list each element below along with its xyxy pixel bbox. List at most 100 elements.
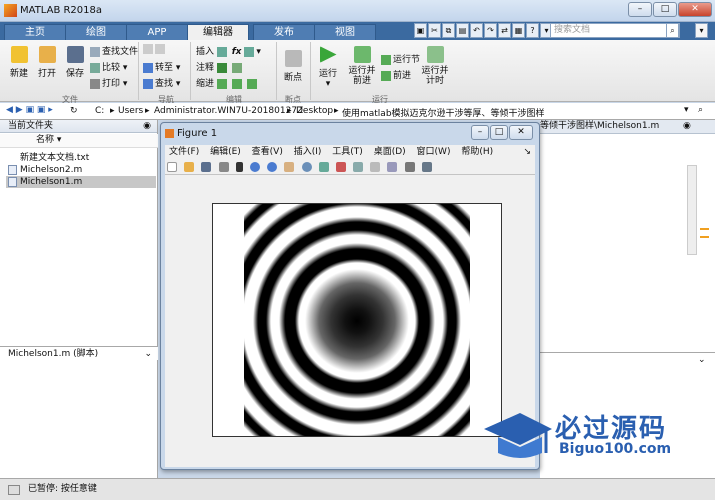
- insert-more-icon[interactable]: [244, 46, 255, 57]
- editor-scrollbar[interactable]: [687, 165, 697, 255]
- breadcrumb-folder[interactable]: 使用matlab模拟迈克尔逊干涉等厚、等倾干涉图样: [342, 106, 545, 119]
- print-figure-icon[interactable]: [218, 162, 229, 172]
- print-button[interactable]: 打印 ▾: [90, 76, 127, 89]
- goto-button[interactable]: 转至 ▾: [143, 60, 180, 73]
- comment-button[interactable]: 注释: [196, 60, 244, 73]
- nav-back-forward[interactable]: [143, 44, 167, 55]
- figure-icon: [165, 129, 174, 138]
- find-button[interactable]: 查找 ▾: [143, 76, 180, 89]
- menu-insert[interactable]: 插入(I): [290, 145, 326, 159]
- menu-tools[interactable]: 工具(T): [328, 145, 367, 159]
- menu-window[interactable]: 窗口(W): [413, 145, 455, 159]
- redo-quick-icon[interactable]: ↷: [484, 23, 497, 38]
- figure-maximize-button[interactable]: □: [490, 125, 508, 140]
- status-bar: 已暂停: 按任意键: [0, 478, 715, 500]
- pan-icon[interactable]: [284, 162, 295, 172]
- save-figure-icon[interactable]: [201, 162, 212, 172]
- breadcrumb-separator: ▸: [287, 106, 292, 116]
- data-cursor-icon[interactable]: [318, 162, 329, 172]
- file-item[interactable]: Michelson2.m: [6, 164, 156, 176]
- colorbar-icon[interactable]: [370, 162, 381, 172]
- run-time-button[interactable]: 运行并 计时: [420, 46, 450, 86]
- link-plot-icon[interactable]: [353, 162, 364, 172]
- rotate-icon[interactable]: [301, 162, 312, 172]
- menu-desktop[interactable]: 桌面(D): [370, 145, 410, 159]
- paste-quick-icon[interactable]: ▤: [456, 23, 469, 38]
- undo-quick-icon[interactable]: ↶: [470, 23, 483, 38]
- browse-icon[interactable]: ⌕: [698, 105, 703, 115]
- nav-arrows-icon[interactable]: ◀ ▶ ▣ ▣ ▸: [6, 105, 53, 115]
- run-advance-button[interactable]: 运行并 前进: [345, 46, 379, 86]
- save-quick-icon[interactable]: ▣: [414, 23, 427, 38]
- compare-button[interactable]: 比较 ▾: [90, 60, 127, 73]
- figure-minimize-button[interactable]: –: [471, 125, 489, 140]
- switch-window-icon[interactable]: ⇄: [498, 23, 511, 38]
- tab-publish[interactable]: 发布: [253, 24, 315, 40]
- find-files-button[interactable]: 查找文件: [90, 44, 138, 57]
- axes[interactable]: [212, 203, 502, 437]
- run-time-icon: [426, 46, 444, 63]
- file-item[interactable]: 新建文本文档.txt: [6, 152, 156, 164]
- copy-quick-icon[interactable]: ⧉: [442, 23, 455, 38]
- zoom-out-icon[interactable]: [267, 162, 278, 172]
- breakpoints-button[interactable]: 断点: [281, 50, 305, 83]
- tab-apps[interactable]: APP: [126, 24, 188, 40]
- breadcrumb-c[interactable]: C:: [95, 106, 104, 116]
- fx-icon[interactable]: fx: [232, 47, 242, 57]
- m-file-icon: [8, 177, 17, 187]
- open-file-icon[interactable]: [184, 162, 195, 172]
- zoom-in-icon[interactable]: [249, 162, 260, 172]
- dock-icon[interactable]: ↘: [519, 145, 535, 159]
- search-docs-input[interactable]: 搜索文档: [550, 23, 680, 38]
- warning-marker: [700, 228, 709, 230]
- new-figure-icon[interactable]: [167, 162, 177, 172]
- refresh-icon[interactable]: ↻: [70, 106, 78, 116]
- ribbon-collapse-icon[interactable]: ▾: [695, 23, 708, 38]
- minimize-button[interactable]: –: [628, 2, 652, 17]
- name-column-header[interactable]: 名称 ▾: [0, 134, 158, 148]
- indent-button[interactable]: 缩进: [196, 76, 259, 89]
- figure-close-button[interactable]: ✕: [509, 125, 533, 140]
- layout-icon[interactable]: ▦: [512, 23, 525, 38]
- divider: [138, 42, 139, 100]
- search-icon[interactable]: ⌕: [666, 23, 679, 38]
- interference-rings-image: [244, 204, 470, 436]
- new-button[interactable]: 新建: [6, 46, 32, 79]
- menu-file[interactable]: 文件(F): [165, 145, 203, 159]
- tab-editor[interactable]: 编辑器: [187, 24, 249, 40]
- maximize-button[interactable]: □: [653, 2, 677, 17]
- hide-plot-tools-icon[interactable]: [404, 162, 415, 172]
- tab-view[interactable]: 视图: [314, 24, 376, 40]
- close-button[interactable]: ✕: [678, 2, 712, 17]
- editor-tab-strip: 等倾干涉图样\Michelson1.m ◉: [540, 120, 715, 134]
- cut-quick-icon[interactable]: ✂: [428, 23, 441, 38]
- tab-plots[interactable]: 绘图: [65, 24, 127, 40]
- save-button[interactable]: 保存: [62, 46, 88, 79]
- menu-edit[interactable]: 编辑(E): [206, 145, 245, 159]
- collapse-icon[interactable]: ⌄: [144, 348, 152, 360]
- collapse-icon[interactable]: ⌄: [698, 355, 706, 365]
- editor-tab-label[interactable]: 等倾干涉图样\Michelson1.m: [540, 121, 659, 131]
- advance-button[interactable]: 前进: [381, 68, 411, 81]
- file-item-selected[interactable]: Michelson1.m: [6, 176, 156, 188]
- open-button[interactable]: 打开: [34, 46, 60, 79]
- legend-icon[interactable]: [387, 162, 398, 172]
- insert-button[interactable]: 插入 fx ▾: [196, 44, 261, 57]
- run-section-button[interactable]: 运行节: [381, 52, 420, 65]
- brush-icon[interactable]: [335, 162, 346, 172]
- address-dropdown-icon[interactable]: ▾: [684, 105, 689, 115]
- menu-view[interactable]: 查看(V): [248, 145, 287, 159]
- folder-open-icon: [38, 46, 56, 63]
- breadcrumb-desktop[interactable]: Desktop: [296, 106, 333, 116]
- show-plot-tools-icon[interactable]: [421, 162, 432, 172]
- panel-menu-icon[interactable]: ◉: [143, 120, 151, 132]
- breadcrumb-users[interactable]: Users: [118, 106, 143, 116]
- pointer-icon[interactable]: [235, 162, 243, 172]
- panel-menu-icon[interactable]: ◉: [683, 120, 691, 133]
- help-icon[interactable]: ?: [526, 23, 539, 38]
- run-button[interactable]: 运行 ▾: [316, 46, 340, 89]
- run-time-label: 运行并 计时: [421, 66, 449, 86]
- menu-help[interactable]: 帮助(H): [457, 145, 497, 159]
- tab-home[interactable]: 主页: [4, 24, 66, 40]
- breadcrumb-admin[interactable]: Administrator.WIN7U-20180127Z: [154, 106, 303, 116]
